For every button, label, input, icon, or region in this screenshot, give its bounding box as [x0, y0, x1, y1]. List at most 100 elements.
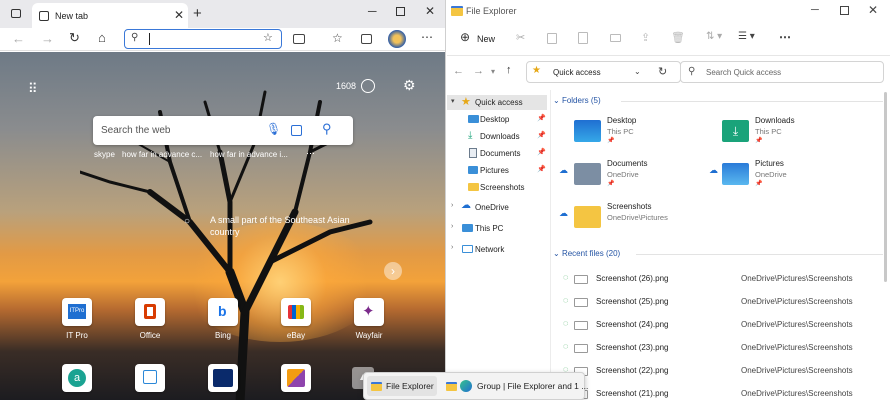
explorer-app-icon	[371, 382, 382, 391]
recent-section-header[interactable]: ⌄ Recent files (20)	[553, 249, 620, 258]
explorer-up-icon[interactable]: ↑	[506, 64, 512, 76]
expand-chevron-icon[interactable]: ›	[451, 223, 453, 230]
favorite-star-icon[interactable]: ☆	[263, 31, 273, 44]
explorer-forward-icon[interactable]: →	[473, 65, 484, 77]
more-icon[interactable]: ⋯	[421, 30, 433, 44]
new-tab-button[interactable]: +	[193, 5, 202, 22]
file-row[interactable]: ◌ Screenshot (24).png OneDrive\Pictures\…	[559, 316, 889, 334]
tab-actions-icon[interactable]	[11, 9, 21, 18]
address-input[interactable]	[149, 33, 259, 45]
tile-kayak[interactable]	[281, 364, 311, 392]
tile-itpro[interactable]: ITPro	[62, 298, 92, 326]
sidebar-item-this-pc[interactable]: › This PC	[447, 221, 547, 236]
file-row[interactable]: ◌ Screenshot (25).png OneDrive\Pictures\…	[559, 293, 889, 311]
tab-new-tab[interactable]: New tab ✕	[32, 3, 188, 28]
sort-icon[interactable]: ⇅ ▾	[706, 31, 722, 42]
file-row[interactable]: ◌ Screenshot (26).png OneDrive\Pictures\…	[559, 270, 889, 288]
share-icon[interactable]: ⇪	[641, 31, 650, 44]
address-dropdown-icon[interactable]: ⌄	[634, 67, 641, 76]
tile-office[interactable]	[135, 298, 165, 326]
pin-icon: 📌	[537, 166, 546, 173]
cut-icon[interactable]: ✂	[516, 31, 525, 44]
folders-section-header[interactable]: ⌄ Folders (5)	[553, 96, 601, 105]
amazon-icon: a	[68, 369, 86, 387]
web-search-box[interactable]: Search the web 🎙 ⚲	[93, 116, 353, 145]
tile-wayfair[interactable]: ✦	[354, 298, 384, 326]
quick-links-more-icon[interactable]: ⋯	[306, 148, 315, 159]
explorer-recent-icon[interactable]: ▾	[491, 67, 495, 76]
address-path[interactable]: Quick access	[553, 68, 601, 77]
popup-item-group[interactable]: Group | File Explorer and 1 ...	[444, 376, 588, 396]
forward-icon[interactable]: →	[41, 31, 54, 46]
folder-tile-documents[interactable]: ☁ Documents OneDrive 📌	[555, 157, 715, 197]
rename-icon[interactable]	[610, 34, 621, 42]
sidebar-item-documents[interactable]: Documents 📌	[447, 146, 547, 161]
sidebar-item-onedrive[interactable]: › ☁ OneDrive	[447, 200, 547, 215]
close-window-icon[interactable]: ✕	[425, 4, 435, 18]
address-refresh-icon[interactable]: ↻	[658, 65, 667, 78]
delete-icon[interactable]: 🗑	[671, 31, 685, 44]
view-icon[interactable]: ☰ ▾	[738, 31, 755, 42]
quick-link[interactable]: skype	[94, 150, 115, 159]
tile-bing[interactable]: b	[208, 298, 238, 326]
visual-search-icon[interactable]	[291, 125, 302, 136]
explorer-close-icon[interactable]: ✕	[868, 3, 878, 17]
explorer-minimize-icon[interactable]: ─	[811, 4, 819, 16]
see-more-icon[interactable]: ⋯	[779, 30, 791, 44]
tile-search[interactable]	[135, 364, 165, 392]
new-plus-icon[interactable]: ⊕	[460, 30, 470, 44]
home-icon[interactable]: ⌂	[98, 30, 106, 45]
apps-grid-icon[interactable]: ⠿	[28, 81, 37, 97]
explorer-address-bar[interactable]: ★ Quick access ⌄ ↻	[526, 61, 681, 83]
screenshots-folder-icon	[574, 206, 601, 228]
sidebar-item-screenshots[interactable]: Screenshots	[447, 180, 547, 195]
refresh-icon[interactable]: ↻	[69, 30, 80, 46]
rewards-counter[interactable]: 1608	[336, 81, 356, 91]
close-tab-icon[interactable]: ✕	[174, 8, 184, 22]
file-row[interactable]: ◌ Screenshot (22).png OneDrive\Pictures\…	[559, 362, 889, 380]
file-row[interactable]: ◌ Screenshot (23).png OneDrive\Pictures\…	[559, 339, 889, 357]
tile-ebay[interactable]	[281, 298, 311, 326]
folder-tile-screenshots[interactable]: ☁ Screenshots OneDrive\Pictures	[555, 200, 715, 240]
tile-disney[interactable]	[208, 364, 238, 392]
back-icon[interactable]: ←	[12, 31, 25, 46]
quick-link[interactable]: how far in advance i...	[210, 150, 288, 159]
expand-chevron-icon[interactable]: ▾	[451, 97, 455, 105]
vertical-scrollbar[interactable]	[884, 92, 887, 282]
extensions-icon[interactable]	[361, 34, 372, 44]
minimize-icon[interactable]: ─	[368, 4, 377, 18]
sidebar-item-pictures[interactable]: Pictures 📌	[447, 163, 547, 178]
explorer-search-box[interactable]: ⚲ Search Quick access	[680, 61, 884, 83]
sidebar-item-desktop[interactable]: Desktop 📌	[447, 112, 547, 127]
settings-gear-icon[interactable]: ⚙	[403, 77, 416, 94]
profile-avatar[interactable]	[388, 30, 406, 48]
copy-icon[interactable]	[547, 33, 557, 44]
sidebar-item-quick-access[interactable]: ▾ ★ Quick access	[447, 95, 547, 110]
maximize-icon[interactable]	[396, 7, 405, 16]
explorer-maximize-icon[interactable]	[840, 6, 849, 15]
popup-item-file-explorer[interactable]: File Explorer	[367, 376, 437, 396]
image-info-icon[interactable]: ○	[184, 216, 190, 227]
rewards-icon[interactable]	[361, 79, 375, 93]
search-submit-icon[interactable]: ⚲	[322, 121, 332, 137]
paste-icon[interactable]	[578, 32, 588, 44]
folder-tile-pictures[interactable]: ☁ Pictures OneDrive 📌	[709, 157, 877, 197]
folder-tile-desktop[interactable]: Desktop This PC 📌	[555, 114, 715, 154]
image-caption[interactable]: A small part of the Southeast Asian coun…	[210, 214, 360, 238]
next-image-button[interactable]: ›	[384, 262, 402, 280]
folder-tile-downloads[interactable]: ⤓ Downloads This PC 📌	[717, 114, 877, 154]
sidebar-item-network[interactable]: › Network	[447, 242, 547, 257]
file-row[interactable]: ◌ Screenshot (21).png OneDrive\Pictures\…	[559, 385, 889, 400]
quick-link[interactable]: how far in advance c...	[122, 150, 202, 159]
expand-chevron-icon[interactable]: ›	[451, 202, 453, 209]
voice-search-icon[interactable]: 🎙	[266, 122, 281, 136]
tile-amazon[interactable]: a	[62, 364, 92, 392]
collections-icon[interactable]	[293, 34, 305, 44]
expand-chevron-icon[interactable]: ›	[451, 244, 453, 251]
new-button[interactable]: New	[477, 34, 495, 44]
explorer-back-icon[interactable]: ←	[453, 65, 464, 77]
file-name: Screenshot (24).png	[596, 320, 669, 329]
address-bar[interactable]: ⚲ ☆	[124, 29, 282, 49]
favorites-icon[interactable]: ☆	[332, 31, 343, 45]
sidebar-item-downloads[interactable]: ⤓ Downloads 📌	[447, 129, 547, 144]
